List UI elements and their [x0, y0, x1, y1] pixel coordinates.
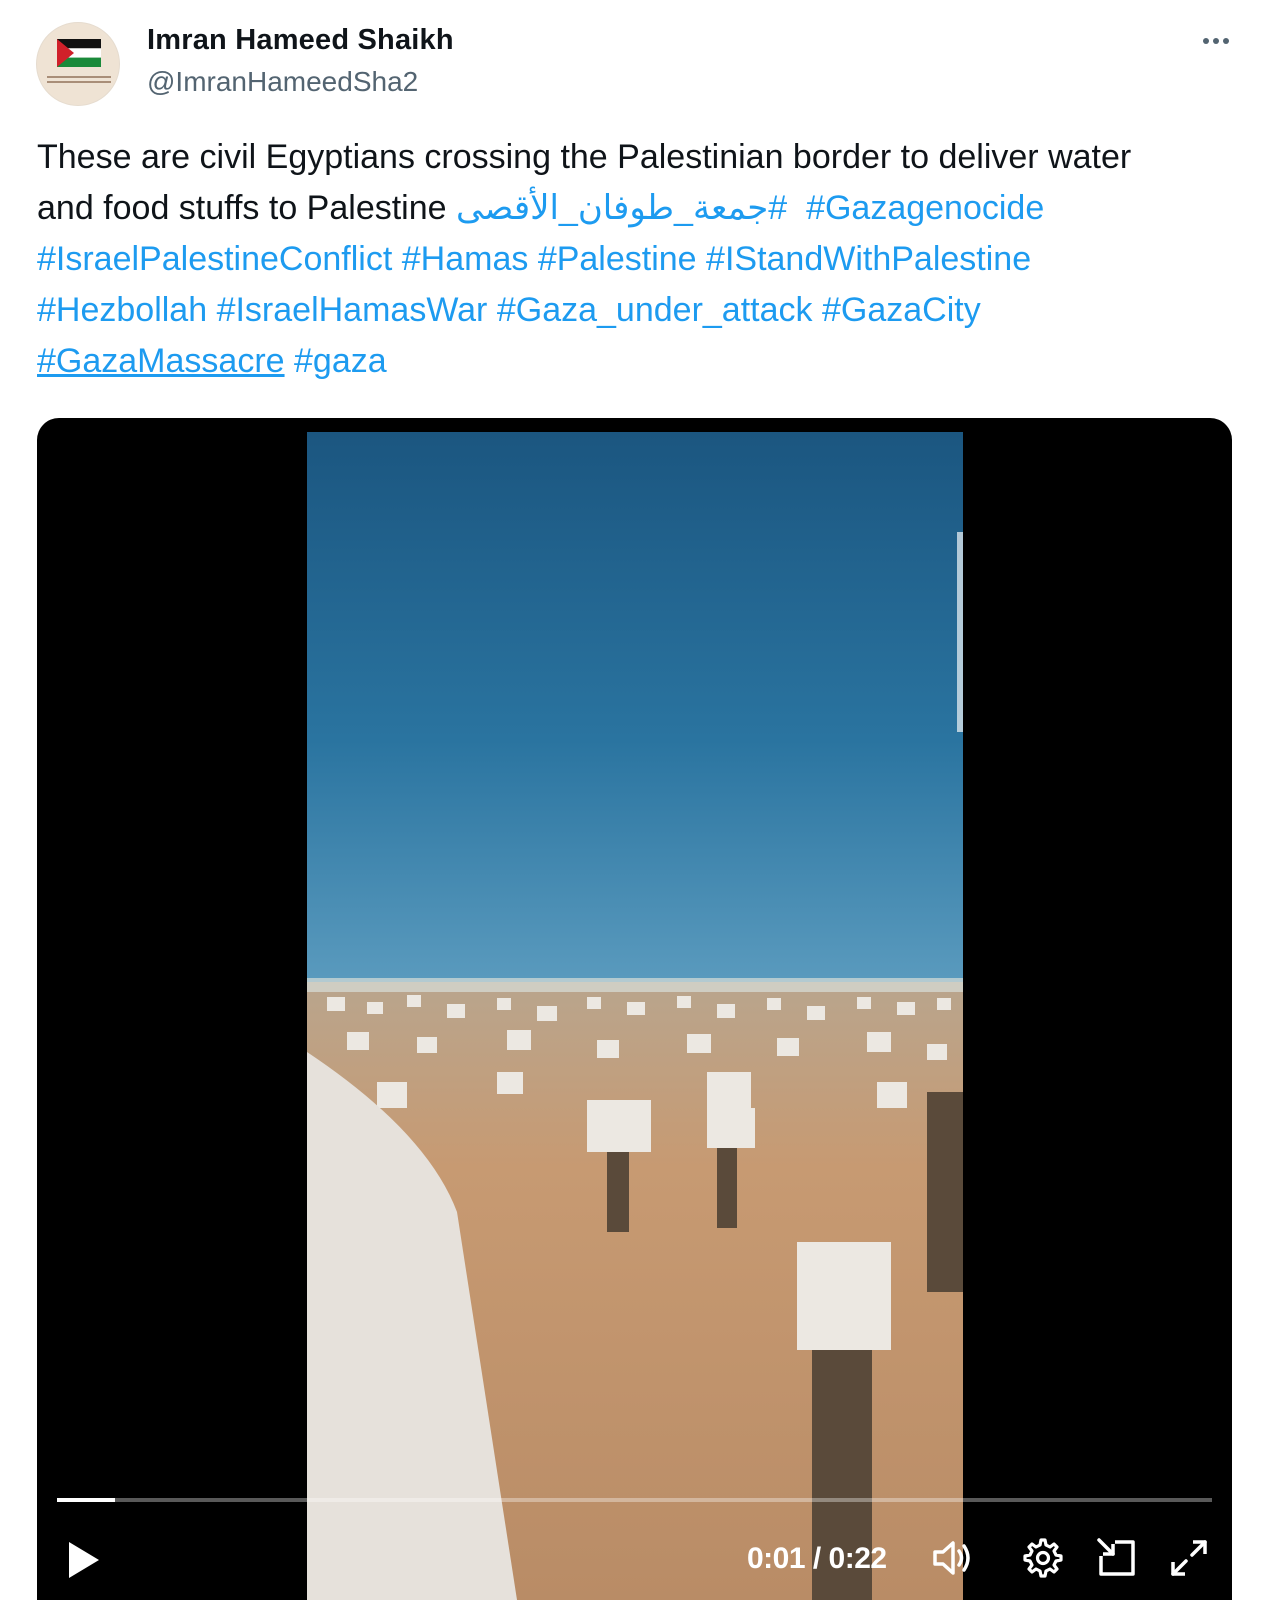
tweet-line-5: #GazaMassacre #gaza: [37, 336, 1237, 387]
video-time: 0:01 / 0:22: [747, 1542, 887, 1575]
tweet-line-4: #Hezbollah #IsraelHamasWar #Gaza_under_a…: [37, 285, 1237, 336]
hashtag-link[interactable]: #IStandWithPalestine: [706, 240, 1031, 278]
tweet-line-1: These are civil Egyptians crossing the P…: [37, 138, 1132, 176]
hashtag-link[interactable]: #Hezbollah: [37, 291, 207, 329]
tweet-text: These are civil Egyptians crossing the P…: [37, 132, 1237, 387]
tweet-text-segment: and food stuffs to Palestine: [37, 189, 447, 227]
tweet-card: Imran Hameed Shaikh @ImranHameedSha2 The…: [0, 0, 1280, 1600]
video-controls: 0:01 / 0:22: [37, 1518, 1232, 1600]
author-handle[interactable]: @ImranHameedSha2: [147, 66, 418, 98]
hashtag-link[interactable]: #جمعة_طوفان_الأقصى: [456, 189, 787, 227]
hashtag-link[interactable]: #IsraelPalestineConflict: [37, 240, 392, 278]
video-frame[interactable]: [307, 432, 963, 1600]
volume-icon[interactable]: [929, 1534, 977, 1582]
picture-in-picture-icon[interactable]: [1093, 1534, 1141, 1582]
desert-scene-image: [307, 432, 963, 1600]
hashtag-link[interactable]: #Gaza_under_attack: [497, 291, 813, 329]
hashtag-link[interactable]: #gaza: [294, 342, 387, 380]
fullscreen-icon[interactable]: [1165, 1534, 1213, 1582]
hashtag-link[interactable]: #GazaCity: [822, 291, 981, 329]
hashtag-link[interactable]: #GazaMassacre: [37, 342, 285, 380]
play-icon[interactable]: [63, 1538, 103, 1582]
hashtag-link[interactable]: #IsraelHamasWar: [217, 291, 488, 329]
video-progress-fill: [57, 1498, 115, 1502]
video-player[interactable]: 0:01 / 0:22: [37, 418, 1232, 1600]
hashtag-link[interactable]: #Hamas: [402, 240, 529, 278]
gear-icon[interactable]: [1019, 1534, 1067, 1582]
palestine-flag-icon: [57, 39, 101, 67]
avatar[interactable]: [36, 22, 120, 106]
hashtag-link[interactable]: #Palestine: [538, 240, 697, 278]
avatar-caption-lines: [47, 73, 111, 86]
more-options-button[interactable]: [1196, 26, 1236, 56]
video-progress-bar[interactable]: [57, 1498, 1212, 1502]
tweet-line-2: and food stuffs to Palestine #جمعة_طوفان…: [37, 183, 1237, 234]
author-name[interactable]: Imran Hameed Shaikh: [147, 24, 454, 57]
more-horizontal-icon: [1203, 38, 1209, 44]
hashtag-link[interactable]: #Gazagenocide: [806, 189, 1044, 227]
tweet-line-3: #IsraelPalestineConflict #Hamas #Palesti…: [37, 234, 1237, 285]
